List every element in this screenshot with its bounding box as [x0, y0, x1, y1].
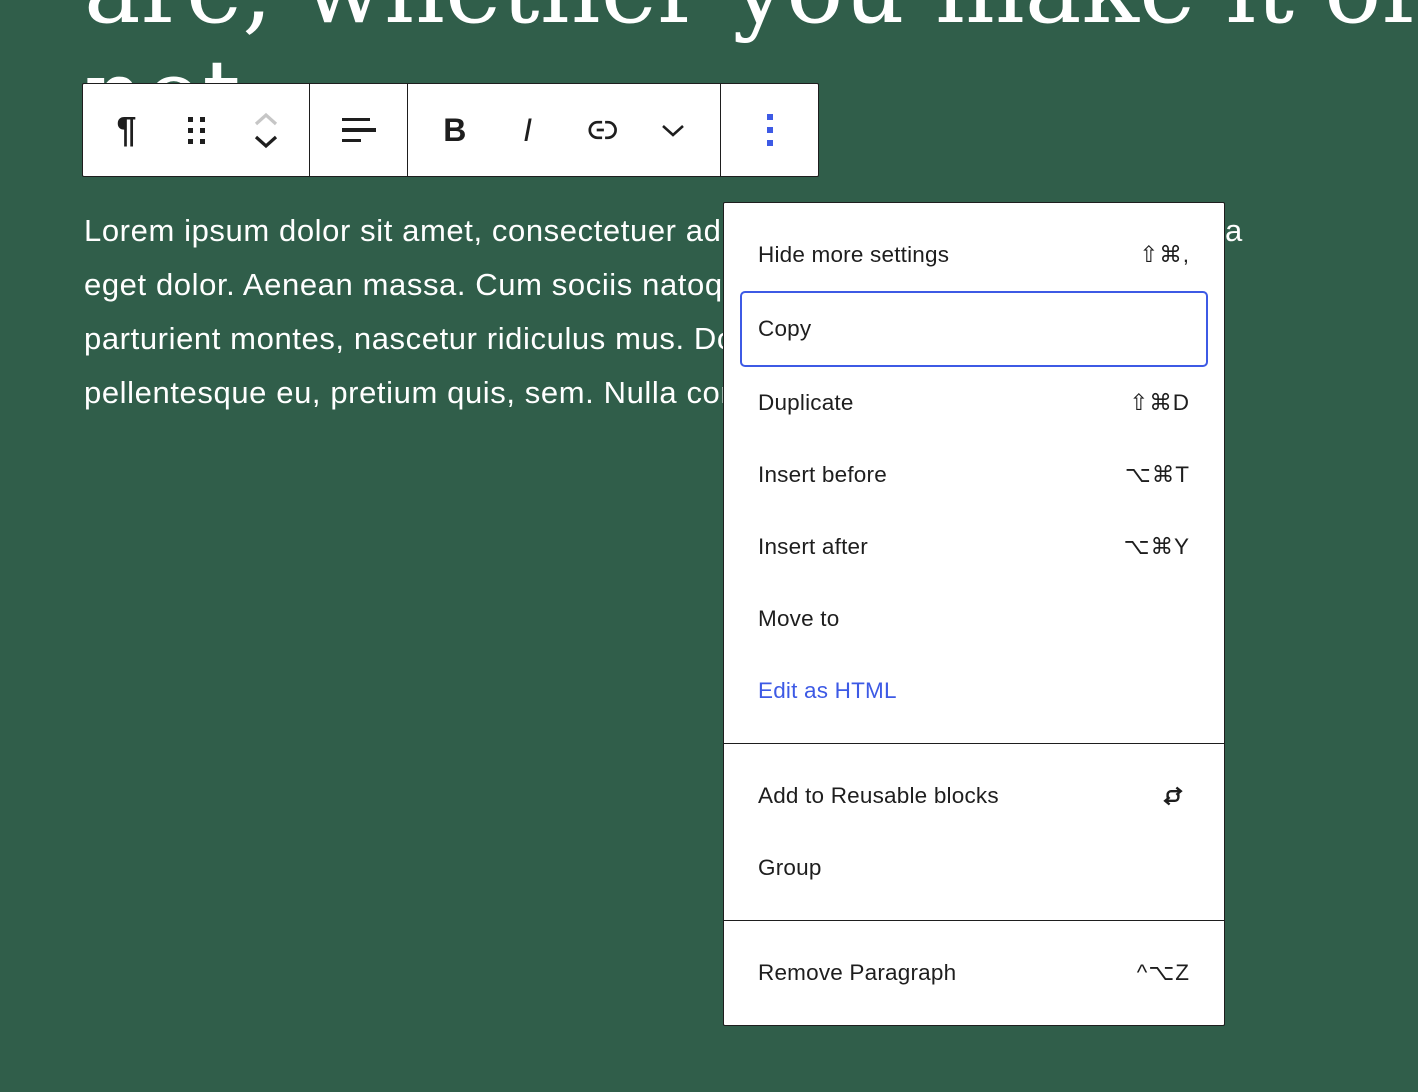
bold-icon: B [443, 114, 466, 146]
drag-handle-icon [188, 117, 205, 144]
paragraph-icon: ¶ [116, 112, 136, 148]
align-left-icon [342, 118, 376, 143]
shortcut-duplicate: ⇧⌘D [1129, 390, 1190, 416]
move-up-icon [253, 112, 279, 127]
block-mover[interactable] [240, 87, 292, 173]
block-type-button[interactable]: ¶ [101, 87, 153, 173]
menu-item-move-to[interactable]: Move to [740, 583, 1208, 655]
toolbar-group-align [310, 84, 408, 176]
menu-item-remove-paragraph[interactable]: Remove Paragraph ^⌥Z [740, 937, 1208, 1009]
shortcut-hide-more-settings: ⇧⌘, [1139, 242, 1190, 268]
more-formats-button[interactable] [647, 87, 699, 173]
italic-icon: I [523, 114, 532, 146]
menu-item-copy[interactable]: Copy [740, 291, 1208, 367]
bold-button[interactable]: B [429, 87, 481, 173]
menu-section-reusable: Add to Reusable blocks Group [724, 743, 1224, 920]
toolbar-group-block: ¶ [83, 84, 310, 176]
options-menu: Hide more settings ⇧⌘, Copy Duplicate ⇧⌘… [723, 202, 1225, 1026]
italic-button[interactable]: I [502, 87, 554, 173]
menu-item-group[interactable]: Group [740, 832, 1208, 904]
options-ellipsis-icon [767, 114, 773, 146]
menu-item-hide-more-settings[interactable]: Hide more settings ⇧⌘, [740, 219, 1208, 291]
shortcut-insert-after: ⌥⌘Y [1124, 534, 1190, 560]
shortcut-insert-before: ⌥⌘T [1125, 462, 1190, 488]
menu-item-duplicate[interactable]: Duplicate ⇧⌘D [740, 367, 1208, 439]
heading-line-1: are, whether you make it or [84, 0, 1418, 43]
block-toolbar: ¶ B I [82, 83, 819, 177]
move-down-icon [253, 134, 279, 149]
drag-handle[interactable] [170, 87, 222, 173]
menu-item-insert-after[interactable]: Insert after ⌥⌘Y [740, 511, 1208, 583]
toolbar-group-format: B I [408, 84, 721, 176]
menu-section-remove: Remove Paragraph ^⌥Z [724, 920, 1224, 1025]
shortcut-remove-paragraph: ^⌥Z [1137, 960, 1190, 986]
link-button[interactable] [574, 87, 626, 173]
toolbar-group-options [721, 84, 818, 176]
link-icon [582, 112, 618, 148]
menu-item-add-to-reusable-blocks[interactable]: Add to Reusable blocks [740, 760, 1208, 832]
reusable-block-icon [1156, 779, 1190, 813]
chevron-down-icon [660, 122, 686, 138]
align-button[interactable] [333, 87, 385, 173]
options-button[interactable] [744, 87, 796, 173]
menu-item-insert-before[interactable]: Insert before ⌥⌘T [740, 439, 1208, 511]
menu-section-settings: Hide more settings ⇧⌘, Copy Duplicate ⇧⌘… [724, 203, 1224, 743]
menu-item-edit-as-html[interactable]: Edit as HTML [740, 655, 1208, 727]
